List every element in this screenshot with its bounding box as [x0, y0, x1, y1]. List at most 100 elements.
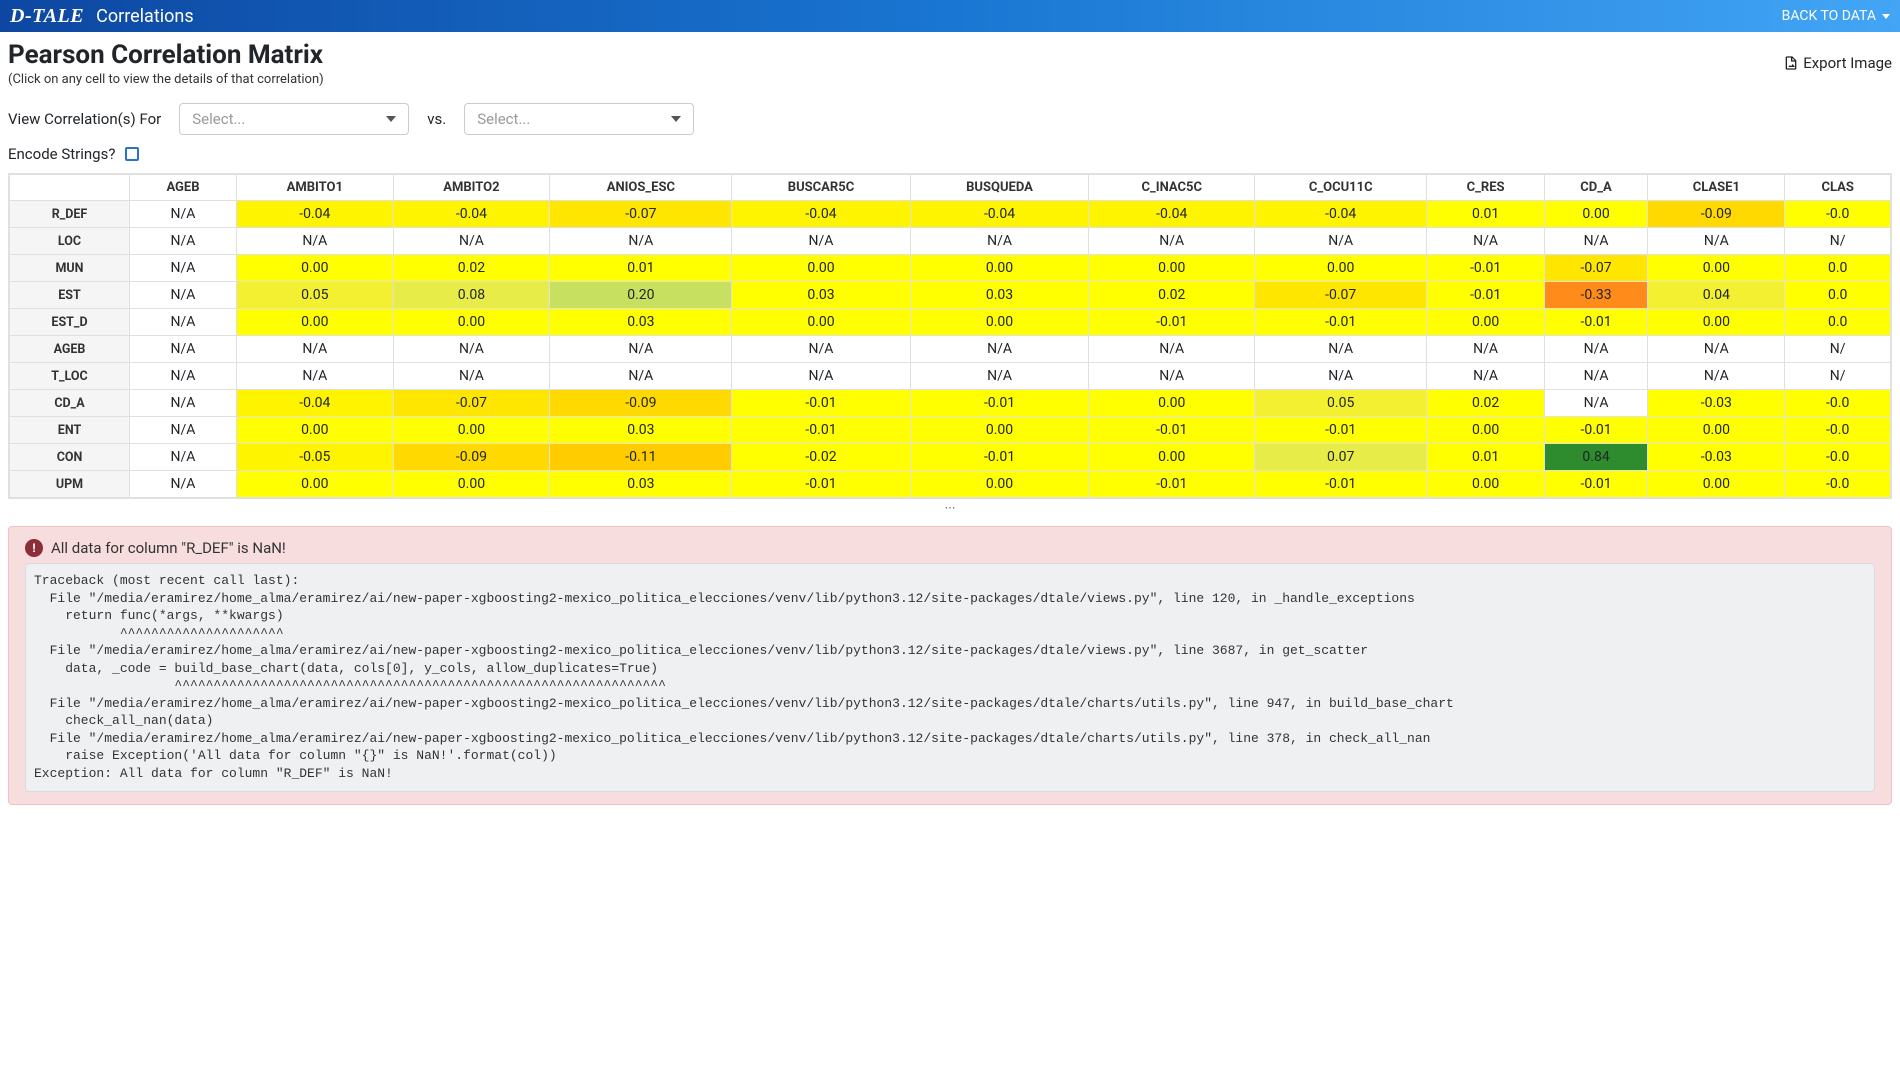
correlation-cell[interactable]: N/A	[732, 363, 910, 390]
correlation-cell[interactable]: N/A	[1544, 390, 1648, 417]
column-header[interactable]: CLASE1	[1648, 175, 1785, 201]
correlation-cell[interactable]: -0.04	[393, 201, 550, 228]
column-header[interactable]: AMBITO2	[393, 175, 550, 201]
row-header[interactable]: EST	[10, 282, 130, 309]
correlation-cell[interactable]: 0.00	[910, 255, 1089, 282]
correlation-cell[interactable]: -0.01	[1089, 471, 1254, 498]
correlation-cell[interactable]: 0.03	[732, 282, 910, 309]
correlation-cell[interactable]: 0.00	[1427, 309, 1544, 336]
correlation-cell[interactable]: -0.01	[1427, 282, 1544, 309]
column-header[interactable]: CD_A	[1544, 175, 1648, 201]
correlation-cell[interactable]: N/A	[236, 228, 393, 255]
correlation-cell[interactable]: 0.04	[1648, 282, 1785, 309]
correlation-cell[interactable]: -0.07	[393, 390, 550, 417]
correlation-cell[interactable]: N/A	[1648, 336, 1785, 363]
row-header[interactable]: UPM	[10, 471, 130, 498]
correlation-cell[interactable]: N/A	[130, 309, 237, 336]
correlation-cell[interactable]: -0.09	[393, 444, 550, 471]
correlation-cell[interactable]: 0.00	[236, 309, 393, 336]
correlation-cell[interactable]: -0.33	[1544, 282, 1648, 309]
correlation-cell[interactable]: -0.0	[1785, 201, 1891, 228]
correlation-cell[interactable]: 0.02	[1427, 390, 1544, 417]
correlation-cell[interactable]: N/A	[393, 336, 550, 363]
correlation-cell[interactable]: N/A	[1427, 363, 1544, 390]
correlation-cell[interactable]: 0.03	[550, 471, 732, 498]
column-header[interactable]: CLAS	[1785, 175, 1891, 201]
correlation-cell[interactable]: -0.01	[1544, 309, 1648, 336]
correlation-cell[interactable]: N/A	[130, 417, 237, 444]
correlation-cell[interactable]: 0.00	[393, 417, 550, 444]
correlation-cell[interactable]: -0.04	[236, 201, 393, 228]
correlation-cell[interactable]: -0.05	[236, 444, 393, 471]
correlation-cell[interactable]: -0.04	[910, 201, 1089, 228]
column-header[interactable]: C_RES	[1427, 175, 1544, 201]
correlation-cell[interactable]: N/A	[732, 228, 910, 255]
correlation-cell[interactable]: 0.07	[1254, 444, 1426, 471]
correlation-cell[interactable]: N/A	[130, 363, 237, 390]
correlation-cell[interactable]: 0.00	[236, 255, 393, 282]
correlation-cell[interactable]: -0.04	[732, 201, 910, 228]
correlation-cell[interactable]: 0.0	[1785, 255, 1891, 282]
encode-strings-checkbox[interactable]	[125, 147, 139, 161]
correlation-cell[interactable]: 0.05	[1254, 390, 1426, 417]
correlation-cell[interactable]: N/A	[910, 363, 1089, 390]
correlation-select-2[interactable]: Select...	[464, 103, 694, 135]
correlation-select-1[interactable]: Select...	[179, 103, 409, 135]
correlation-cell[interactable]: 0.05	[236, 282, 393, 309]
correlation-cell[interactable]: 0.00	[236, 471, 393, 498]
correlation-cell[interactable]: 0.08	[393, 282, 550, 309]
correlation-cell[interactable]: -0.03	[1648, 390, 1785, 417]
correlation-cell[interactable]: N/A	[1254, 336, 1426, 363]
column-header[interactable]: C_INAC5C	[1089, 175, 1254, 201]
correlation-cell[interactable]: -0.01	[1254, 471, 1426, 498]
column-header[interactable]: BUSCAR5C	[732, 175, 910, 201]
correlation-cell[interactable]: 0.00	[1544, 201, 1648, 228]
correlation-cell[interactable]: N/A	[1089, 363, 1254, 390]
correlation-cell[interactable]: N/A	[130, 201, 237, 228]
correlation-cell[interactable]: N/A	[1089, 228, 1254, 255]
correlation-cell[interactable]: N/A	[732, 336, 910, 363]
correlation-cell[interactable]: 0.84	[1544, 444, 1648, 471]
row-header[interactable]: CON	[10, 444, 130, 471]
correlation-cell[interactable]: N/A	[1089, 336, 1254, 363]
correlation-cell[interactable]: 0.00	[1427, 471, 1544, 498]
correlation-cell[interactable]: 0.00	[1254, 255, 1426, 282]
correlation-cell[interactable]: -0.01	[732, 471, 910, 498]
correlation-cell[interactable]: -0.09	[1648, 201, 1785, 228]
correlation-cell[interactable]: N/A	[1427, 336, 1544, 363]
correlation-cell[interactable]: 0.01	[1427, 201, 1544, 228]
column-header[interactable]: AGEB	[130, 175, 237, 201]
row-header[interactable]: EST_D	[10, 309, 130, 336]
correlation-cell[interactable]: N/A	[130, 471, 237, 498]
correlation-cell[interactable]: N/A	[1544, 228, 1648, 255]
correlation-cell[interactable]: -0.04	[1254, 201, 1426, 228]
correlation-cell[interactable]: 0.00	[732, 255, 910, 282]
correlation-cell[interactable]: 0.03	[910, 282, 1089, 309]
correlation-cell[interactable]: -0.03	[1648, 444, 1785, 471]
correlation-cell[interactable]: N/A	[1544, 363, 1648, 390]
row-header[interactable]: AGEB	[10, 336, 130, 363]
correlation-cell[interactable]: -0.0	[1785, 390, 1891, 417]
correlation-cell[interactable]: 0.00	[1648, 471, 1785, 498]
correlation-cell[interactable]: N/A	[236, 363, 393, 390]
correlation-cell[interactable]: N/A	[550, 228, 732, 255]
correlation-cell[interactable]: 0.20	[550, 282, 732, 309]
correlation-cell[interactable]: -0.07	[550, 201, 732, 228]
correlation-cell[interactable]: N/A	[130, 282, 237, 309]
correlation-cell[interactable]: -0.01	[1427, 255, 1544, 282]
row-header[interactable]: R_DEF	[10, 201, 130, 228]
correlation-cell[interactable]: -0.0	[1785, 471, 1891, 498]
correlation-cell[interactable]: N/A	[550, 336, 732, 363]
correlation-cell[interactable]: 0.02	[1089, 282, 1254, 309]
correlation-cell[interactable]: N/A	[1648, 228, 1785, 255]
correlation-cell[interactable]: -0.07	[1254, 282, 1426, 309]
correlation-cell[interactable]: -0.01	[1089, 417, 1254, 444]
column-header[interactable]: ANIOS_ESC	[550, 175, 732, 201]
correlation-cell[interactable]: N/A	[130, 228, 237, 255]
correlation-cell[interactable]: N/A	[393, 363, 550, 390]
correlation-cell[interactable]: N/A	[550, 363, 732, 390]
correlation-cell[interactable]: N/A	[130, 444, 237, 471]
correlation-cell[interactable]: 0.00	[393, 309, 550, 336]
correlation-cell[interactable]: 0.03	[550, 417, 732, 444]
correlation-cell[interactable]: 0.00	[236, 417, 393, 444]
